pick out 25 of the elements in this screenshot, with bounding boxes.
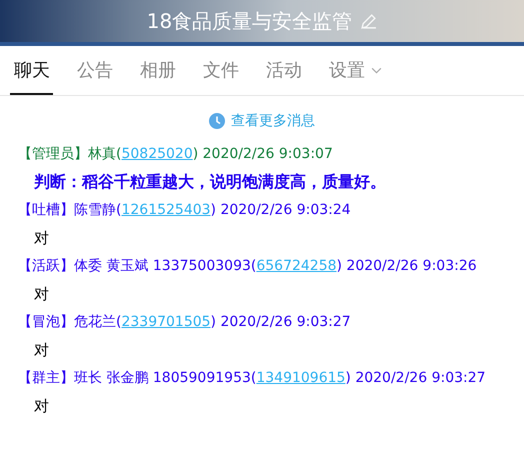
tab[interactable]: 相册: [136, 58, 179, 95]
pencil-icon[interactable]: [360, 12, 378, 30]
message-text: 对: [33, 228, 50, 249]
message-header: 【冒泡】危花兰(2339701505) 2020/2/26 9:03:27: [18, 313, 352, 332]
clock-icon: [209, 113, 225, 129]
message-text: 对: [33, 396, 50, 417]
user-id-link[interactable]: 656724258: [256, 258, 337, 274]
user-id-link[interactable]: 1349109615: [256, 370, 346, 386]
message-header: 【群主】班长 张金鹏 18059091953(1349109615) 2020/2/26 9:03:27: [18, 369, 487, 388]
tab[interactable]: 活动: [262, 58, 305, 95]
tab[interactable]: 聊天: [10, 58, 53, 95]
message-text: 对: [33, 284, 50, 305]
tab[interactable]: 设置: [325, 58, 385, 95]
tab[interactable]: 公告: [73, 58, 116, 95]
message-text: 对: [33, 340, 50, 361]
message-text: 判断：稻谷千粒重越大，说明饱满度高，质量好。: [32, 171, 387, 193]
user-id-link[interactable]: 2339701505: [121, 314, 211, 330]
view-more-link[interactable]: 查看更多消息: [209, 112, 315, 130]
message-header: 【吐槽】陈雪静(1261525403) 2020/2/26 9:03:24: [18, 201, 352, 220]
group-title: 18食品质量与安全监管: [146, 8, 352, 34]
tab[interactable]: 文件: [199, 58, 242, 95]
user-id-link[interactable]: 1261525403: [121, 202, 211, 218]
message-header: 【活跃】体委 黄玉斌 13375003093(656724258) 2020/2/26 9:03:26: [18, 257, 478, 276]
message-header: 【管理员】林真(50825020) 2020/2/26 9:03:07: [18, 145, 334, 164]
user-id-link[interactable]: 50825020: [121, 146, 193, 162]
